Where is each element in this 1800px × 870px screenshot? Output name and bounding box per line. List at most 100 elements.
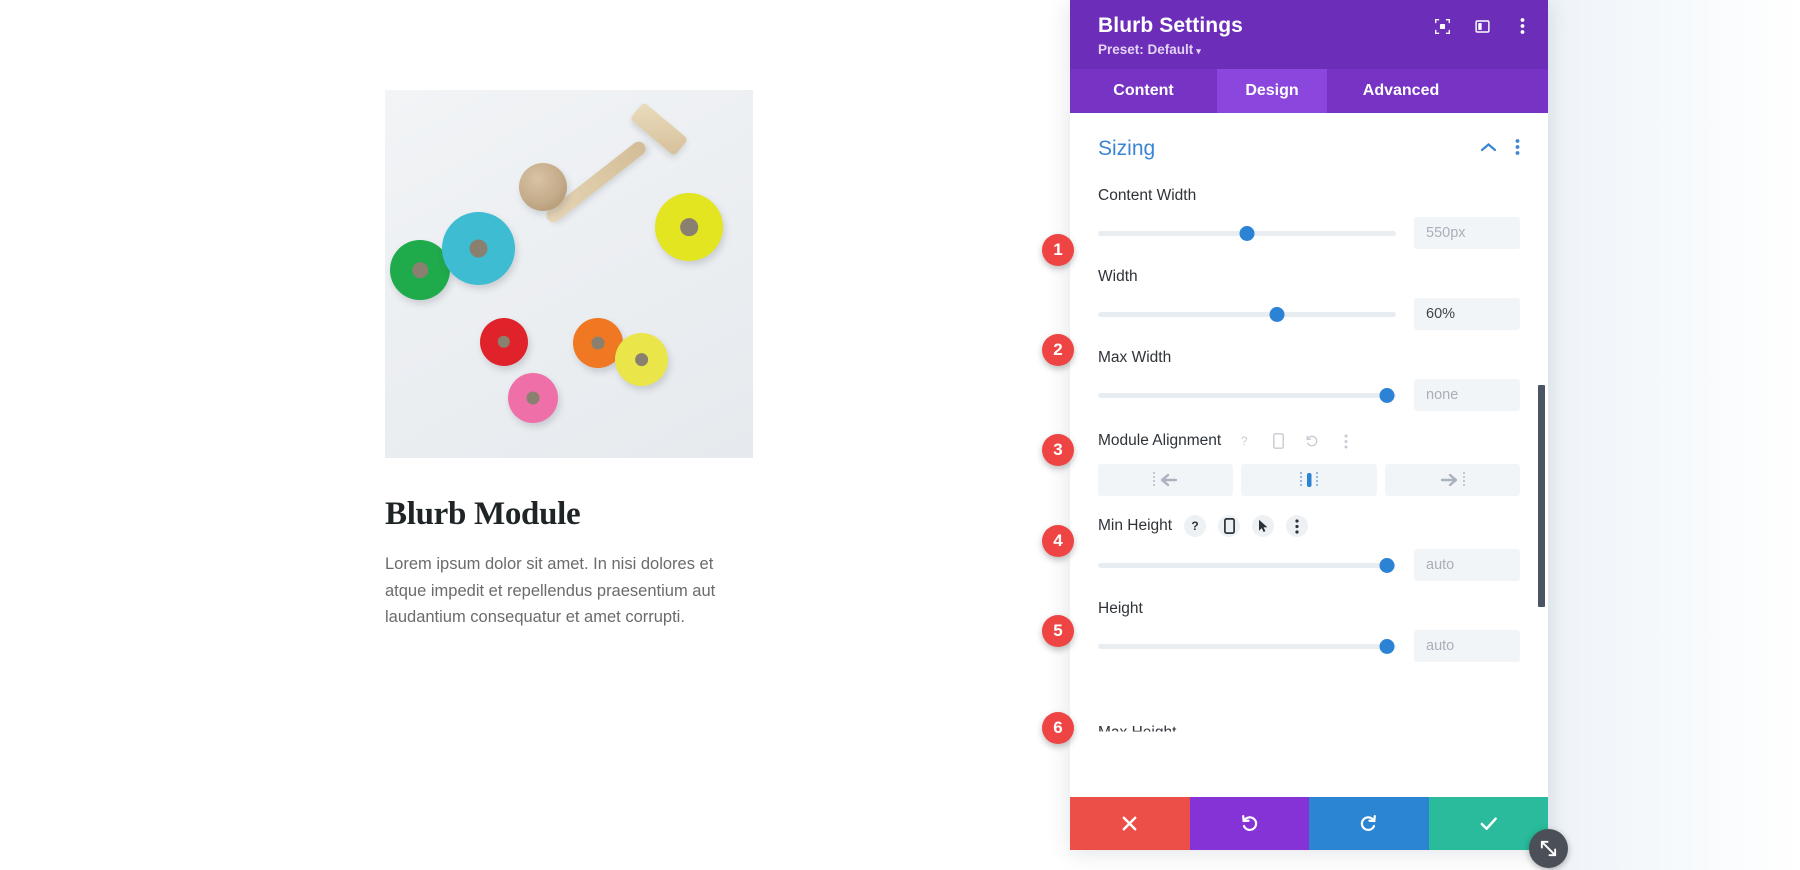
help-icon[interactable]: ? [1233,430,1255,452]
annotation-badge-5: 5 [1042,615,1074,647]
align-right-button[interactable] [1384,464,1520,496]
slider-knob[interactable] [1269,306,1285,322]
field-label-row: Max Width [1098,349,1520,367]
blurb-module: Blurb Module Lorem ipsum dolor sit amet.… [385,90,755,631]
slider-track [1098,392,1396,398]
field-label-row: Min Height ? [1098,515,1520,537]
ring-yellow-small [615,333,668,386]
more-options-icon[interactable] [1515,138,1520,161]
slider-row: none [1098,379,1520,411]
preset-label: Preset: Default [1098,42,1194,57]
slider-track [1098,562,1396,568]
slider-row: 60% [1098,298,1520,330]
field-content-width: Content Width 550px [1098,187,1520,249]
tab-advanced[interactable]: Advanced [1327,69,1475,113]
chevron-down-icon: ▾ [1196,46,1201,56]
ring-teal [442,212,515,285]
field-label-max-height: Max Height [1098,724,1177,741]
annotation-badge-2: 2 [1042,334,1074,366]
page-background-right [1548,0,1800,870]
field-label-row: Width [1098,268,1520,286]
redo-button[interactable] [1309,797,1429,850]
more-options-icon[interactable] [1286,515,1309,537]
annotation-badge-1: 1 [1042,234,1074,266]
ring-pink [508,373,558,423]
tab-design[interactable]: Design [1217,69,1327,113]
chevron-up-icon[interactable] [1480,140,1497,158]
annotation-badge-3: 3 [1042,434,1074,466]
settings-scroll-area: Sizing Content Width 550px Width 60% Max… [1070,113,1548,797]
field-module-alignment: Module Alignment ? [1098,430,1520,496]
panel-tabs: Content Design Advanced [1070,69,1548,113]
hover-cursor-icon[interactable] [1252,515,1275,537]
field-height: Height auto [1098,600,1520,662]
field-label: Module Alignment [1098,432,1222,449]
wooden-ball-shape [519,163,567,211]
height-slider[interactable] [1098,635,1396,657]
more-options-icon[interactable] [1512,16,1532,36]
blurb-image [385,90,753,458]
align-center-button[interactable] [1241,464,1377,496]
help-icon[interactable]: ? [1184,515,1207,537]
content-width-slider[interactable] [1098,222,1396,244]
more-options-icon[interactable] [1335,430,1357,452]
section-title: Sizing [1098,137,1156,160]
width-input[interactable]: 60% [1414,298,1520,330]
slider-knob[interactable] [1379,557,1395,573]
focus-icon[interactable] [1432,16,1452,36]
width-slider[interactable] [1098,303,1396,325]
panel-scrollbar[interactable] [1538,385,1545,607]
slider-row: auto [1098,549,1520,581]
content-width-input[interactable]: 550px [1414,217,1520,249]
cancel-button[interactable] [1070,797,1190,850]
field-label: Height [1098,600,1143,617]
responsive-mobile-icon[interactable] [1218,515,1241,537]
alignment-options [1098,464,1520,496]
reset-icon[interactable] [1301,430,1323,452]
field-label-row: Content Width [1098,187,1520,205]
slider-track [1098,311,1396,317]
min-height-slider[interactable] [1098,554,1396,576]
field-label: Content Width [1098,187,1197,204]
responsive-mobile-icon[interactable] [1267,430,1289,452]
slider-track [1098,643,1396,649]
ring-red [480,318,528,366]
blurb-settings-panel: Blurb Settings Preset: Default ▾ Content… [1070,0,1568,868]
slider-knob[interactable] [1379,638,1395,654]
ring-green [390,240,450,300]
align-left-button[interactable] [1098,464,1234,496]
panel-footer-actions [1070,797,1548,850]
min-height-input[interactable]: auto [1414,549,1520,581]
preset-selector[interactable]: Preset: Default ▾ [1098,42,1528,57]
slider-knob[interactable] [1239,225,1255,241]
field-label-row: Height [1098,600,1520,618]
height-input[interactable]: auto [1414,630,1520,662]
field-label: Width [1098,268,1138,285]
panel-header: Blurb Settings Preset: Default ▾ [1070,0,1548,69]
max-width-slider[interactable] [1098,384,1396,406]
annotation-badge-4: 4 [1042,525,1074,557]
slider-row: auto [1098,630,1520,662]
field-max-width: Max Width none [1098,349,1520,411]
slider-row: 550px [1098,217,1520,249]
panel-body: Sizing Content Width 550px Width 60% Max… [1070,113,1548,797]
field-label-row: Module Alignment ? [1098,430,1520,452]
blurb-body-text: Lorem ipsum dolor sit amet. In nisi dolo… [385,555,716,627]
tab-content[interactable]: Content [1070,69,1217,113]
page-canvas: Blurb Module Lorem ipsum dolor sit amet.… [0,0,1070,870]
field-label: Min Height [1098,517,1173,534]
annotation-badge-6: 6 [1042,712,1074,744]
section-tools [1480,138,1520,161]
field-label: Max Width [1098,349,1172,366]
panel-header-icons [1432,16,1532,36]
ring-yellow-large [655,193,723,261]
slider-knob[interactable] [1379,387,1395,403]
sizing-section-header: Sizing [1098,137,1520,161]
field-min-height: Min Height ? auto [1098,515,1520,581]
layout-panel-icon[interactable] [1472,16,1492,36]
undo-button[interactable] [1189,797,1309,850]
field-width: Width 60% [1098,268,1520,330]
screen: Blurb Module Lorem ipsum dolor sit amet.… [0,0,1800,870]
max-width-input[interactable]: none [1414,379,1520,411]
resize-handle-icon[interactable] [1529,829,1568,868]
